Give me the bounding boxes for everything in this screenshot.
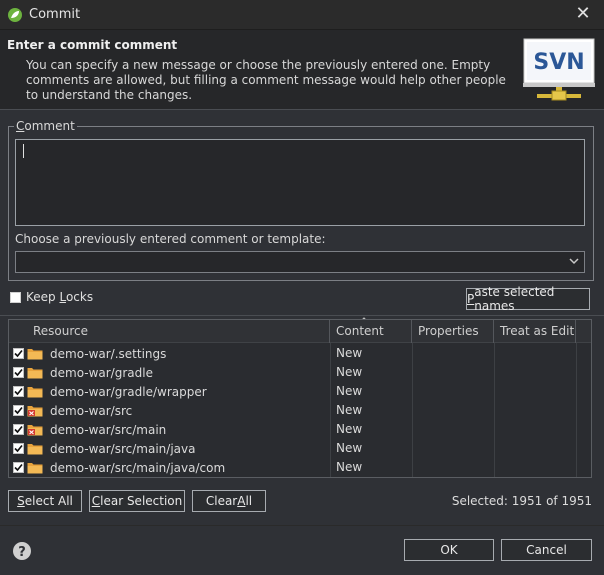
table-row[interactable]: demo-war/.settings New — [9, 344, 591, 363]
table-header: Resource Content Properties Treat as Edi… — [9, 320, 591, 343]
text-caret — [23, 144, 24, 158]
chevron-down-icon — [569, 258, 579, 265]
comment-template-dropdown[interactable] — [15, 251, 585, 273]
resource-cell: demo-war/.settings — [9, 344, 166, 363]
content-status: New — [336, 422, 363, 436]
clear-all-button[interactable]: Clear All — [192, 490, 266, 512]
column-header-resource[interactable]: Resource — [27, 320, 330, 343]
selected-count: Selected: 1951 of 1951 — [451, 494, 592, 508]
row-checkbox[interactable] — [13, 424, 24, 435]
row-checkbox[interactable] — [13, 443, 24, 454]
folder-icon — [27, 368, 43, 379]
resource-cell: demo-war/src/main/java — [9, 439, 195, 458]
svn-logo: SVN — [523, 38, 595, 101]
table-row[interactable]: demo-war/src/main New — [9, 420, 591, 439]
content-status: New — [336, 460, 363, 474]
content-status: New — [336, 384, 363, 398]
comment-legend: Comment — [14, 119, 77, 133]
table-row[interactable]: demo-war/gradle/wrapper New — [9, 382, 591, 401]
banner-title: Enter a commit comment — [7, 38, 178, 52]
content-status: New — [336, 403, 363, 417]
column-header-treat-as-edit[interactable]: Treat as Edit — [494, 320, 576, 343]
help-icon[interactable]: ? — [12, 541, 32, 561]
select-all-button[interactable]: Select All — [8, 490, 82, 512]
folder-icon — [27, 463, 43, 474]
table-row[interactable]: demo-war/src/main/java/com New — [9, 458, 591, 477]
paste-selected-names-button[interactable]: Paste selected names — [466, 285, 590, 313]
error-folder-icon — [27, 406, 43, 417]
keep-locks-label: Keep Locks — [26, 290, 94, 304]
banner-description: You can specify a new message or choose … — [26, 58, 506, 102]
row-checkbox[interactable] — [13, 386, 24, 397]
svg-text:?: ? — [18, 545, 26, 560]
table-row[interactable]: demo-war/gradle New — [9, 363, 591, 382]
resource-path: demo-war/gradle — [50, 365, 153, 380]
resource-path: demo-war/gradle/wrapper — [50, 384, 207, 399]
row-checkbox[interactable] — [13, 462, 24, 473]
resource-cell: demo-war/gradle/wrapper — [9, 382, 207, 401]
window-title: Commit — [29, 7, 81, 22]
folder-icon — [27, 444, 43, 455]
resource-cell: demo-war/src/main/java/com — [9, 458, 225, 477]
keep-locks-checkbox[interactable] — [10, 291, 21, 303]
resource-path: demo-war/.settings — [50, 346, 167, 361]
banner: Enter a commit comment You can specify a… — [0, 30, 604, 110]
close-icon[interactable]: ✕ — [574, 5, 592, 23]
ok-button[interactable]: OK — [404, 539, 494, 561]
folder-icon — [27, 387, 43, 398]
resource-table: Resource Content Properties Treat as Edi… — [8, 319, 592, 478]
cancel-button[interactable]: Cancel — [501, 539, 592, 561]
table-row[interactable]: demo-war/src/main/java New — [9, 439, 591, 458]
row-checkbox[interactable] — [13, 367, 24, 378]
resource-cell: demo-war/gradle — [9, 363, 153, 382]
resource-path: demo-war/src/main/java — [50, 441, 196, 456]
content-status: New — [336, 441, 363, 455]
content-status: New — [336, 365, 363, 379]
resource-path: demo-war/src/main — [50, 422, 167, 437]
row-checkbox[interactable] — [13, 405, 24, 416]
keep-locks-option[interactable]: Keep Locks — [10, 290, 93, 304]
row-checkbox[interactable] — [13, 348, 24, 359]
resource-cell: demo-war/src/main — [9, 420, 166, 439]
footer-divider — [0, 525, 604, 526]
separator — [0, 315, 604, 316]
content-status: New — [336, 346, 363, 360]
column-header-content[interactable]: Content — [330, 320, 412, 343]
resource-path: demo-war/src — [50, 403, 133, 418]
table-row[interactable]: demo-war/src New — [9, 401, 591, 420]
column-header-properties[interactable]: Properties — [412, 320, 494, 343]
choose-comment-label: Choose a previously entered comment or t… — [15, 232, 326, 246]
title-bar: Commit ✕ — [0, 0, 604, 30]
error-folder-icon — [27, 425, 43, 436]
leaf-icon — [8, 7, 22, 22]
resource-cell: demo-war/src — [9, 401, 132, 420]
clear-selection-button[interactable]: Clear Selection — [89, 490, 185, 512]
folder-icon — [27, 349, 43, 360]
svn-logo-text: SVN — [533, 50, 584, 75]
comment-input[interactable] — [15, 139, 585, 226]
resource-path: demo-war/src/main/java/com — [50, 460, 226, 475]
